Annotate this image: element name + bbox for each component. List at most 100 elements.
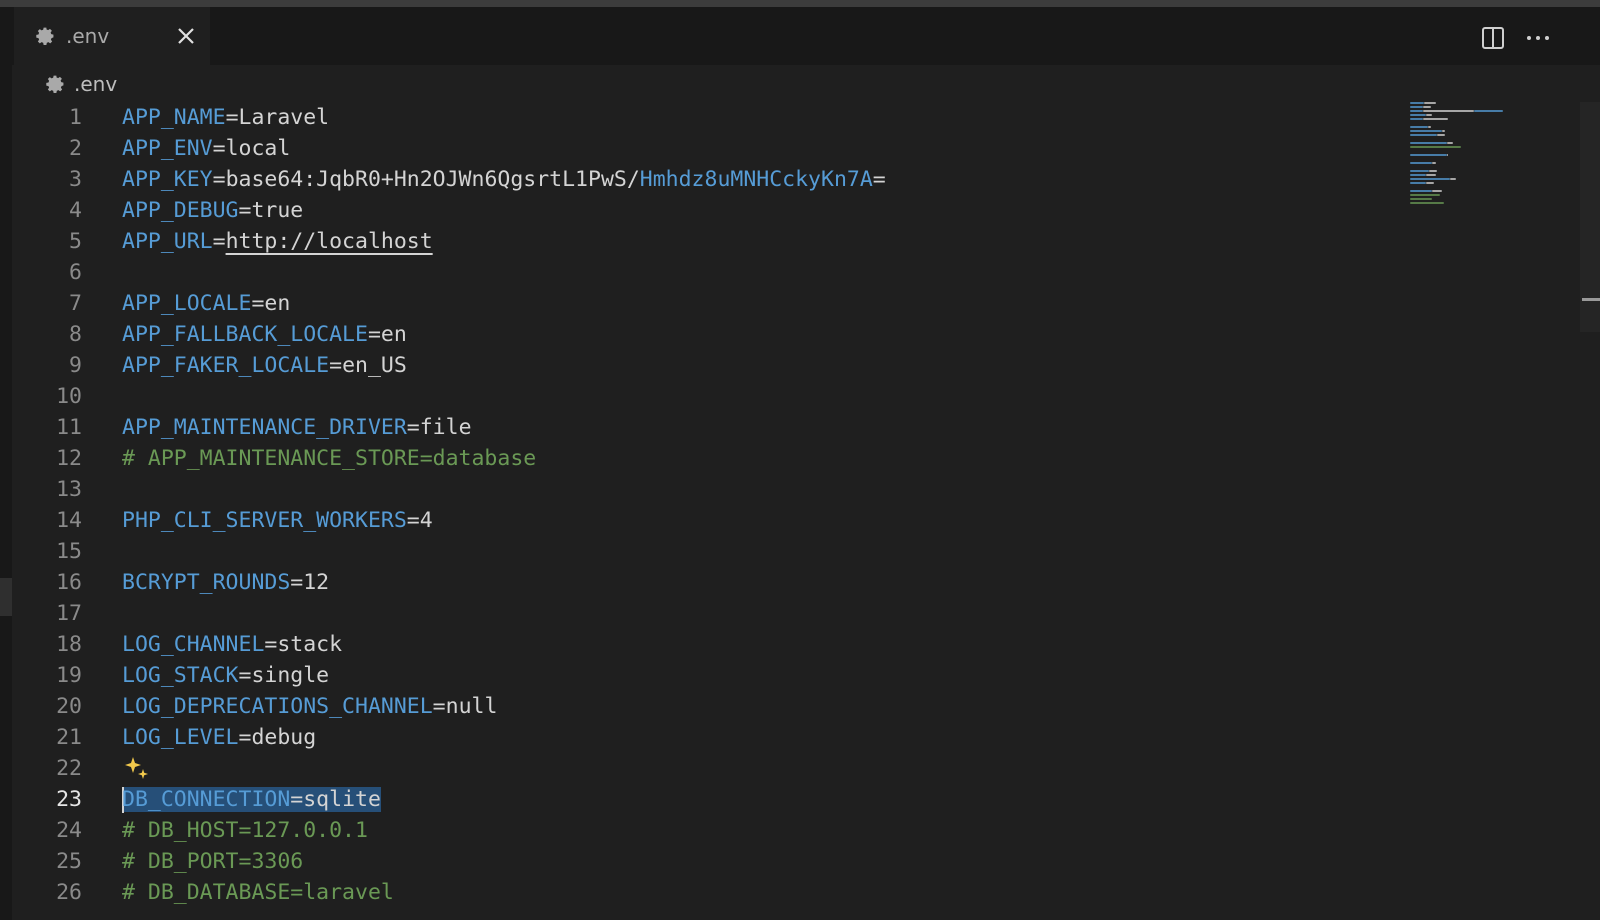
line-number: 10	[56, 384, 82, 409]
code-text: # DB_DATABASE=laravel	[122, 877, 394, 908]
minimap-stroke	[1410, 154, 1447, 156]
breadcrumb[interactable]: .env	[44, 70, 117, 98]
minimap-stroke	[1410, 130, 1442, 132]
line-number: 5	[69, 229, 82, 254]
code-line[interactable]: 4 APP_DEBUG=true	[12, 195, 1402, 226]
sparkle-icon[interactable]	[124, 755, 150, 781]
minimap-stroke	[1410, 106, 1423, 108]
minimap-stroke	[1426, 182, 1434, 184]
env-value: single	[251, 663, 330, 688]
env-key: LOG_DEPRECATIONS_CHANNEL	[122, 694, 433, 719]
code-text: # APP_MAINTENANCE_STORE=database	[122, 443, 536, 474]
line-number: 9	[69, 353, 82, 378]
comment-text: # DB_DATABASE=laravel	[122, 880, 394, 905]
code-text: DB_CONNECTION=sqlite	[122, 784, 381, 815]
code-line[interactable]: 15	[12, 536, 1402, 567]
code-line[interactable]: 24 # DB_HOST=127.0.0.1	[12, 815, 1402, 846]
code-text: # DB_HOST=127.0.0.1	[122, 815, 368, 846]
line-number: 14	[56, 508, 82, 533]
code-line[interactable]: 9 APP_FAKER_LOCALE=en_US	[12, 350, 1402, 381]
env-value: en_US	[342, 353, 407, 378]
line-number: 26	[56, 880, 82, 905]
env-key: APP_ENV	[122, 136, 213, 161]
more-actions-icon[interactable]	[1524, 25, 1552, 51]
code-line[interactable]: 2 APP_ENV=local	[12, 133, 1402, 164]
line-number: 11	[56, 415, 82, 440]
code-line[interactable]: 3 APP_KEY=base64:JqbR0+Hn2OJWn6QgsrtL1PwS…	[12, 164, 1402, 195]
code-line[interactable]: 18 LOG_CHANNEL=stack	[12, 629, 1402, 660]
code-text: PHP_CLI_SERVER_WORKERS=4	[122, 505, 433, 536]
code-text: LOG_STACK=single	[122, 660, 329, 691]
env-value: base64:JqbR0+Hn2OJWn6QgsrtL1PwS/	[225, 167, 640, 192]
minimap-stroke	[1429, 170, 1438, 172]
minimap-stroke	[1410, 142, 1447, 144]
minimap-stroke	[1446, 154, 1449, 156]
code-line[interactable]: 10	[12, 381, 1402, 412]
code-line[interactable]: 20 LOG_DEPRECATIONS_CHANNEL=null	[12, 691, 1402, 722]
minimap-stroke	[1424, 102, 1436, 104]
code-text: LOG_CHANNEL=stack	[122, 629, 342, 660]
code-text: LOG_LEVEL=debug	[122, 722, 316, 753]
code-line[interactable]: 1 APP_NAME=Laravel	[12, 102, 1402, 133]
edge-indicator	[0, 578, 12, 616]
code-text: APP_DEBUG=true	[122, 195, 303, 226]
code-text: APP_FAKER_LOCALE=en_US	[122, 350, 407, 381]
code-line[interactable]: 25 # DB_PORT=3306	[12, 846, 1402, 877]
comment-text: # DB_HOST=127.0.0.1	[122, 818, 368, 843]
window-top-strip	[0, 0, 1600, 7]
minimap-stroke	[1410, 102, 1425, 104]
equals-sign: =	[290, 787, 304, 812]
url-link[interactable]: http://localhost	[226, 229, 433, 254]
line-number: 22	[56, 756, 82, 781]
line-number: 1	[69, 105, 82, 130]
code-line[interactable]: 21 LOG_LEVEL=debug	[12, 722, 1402, 753]
minimap-stroke	[1437, 134, 1446, 136]
code-line[interactable]: 16 BCRYPT_ROUNDS=12	[12, 567, 1402, 598]
code-line[interactable]: 8 APP_FALLBACK_LOCALE=en	[12, 319, 1402, 350]
line-number: 18	[56, 632, 82, 657]
code-line[interactable]: 23 DB_CONNECTION=sqlite	[12, 784, 1402, 815]
env-value-tail: =	[872, 167, 886, 192]
code-line[interactable]: 22	[12, 753, 1402, 784]
code-line[interactable]: 12 # APP_MAINTENANCE_STORE=database	[12, 443, 1402, 474]
tab-env[interactable]: .env	[14, 7, 210, 65]
code-line[interactable]: 17	[12, 598, 1402, 629]
code-editor[interactable]: 1 APP_NAME=Laravel 2 APP_ENV=local 3 APP_KEY=…	[12, 102, 1402, 920]
code-line[interactable]: 5 APP_URL=http://localhost	[12, 226, 1402, 257]
line-number: 15	[56, 539, 82, 564]
equals-sign: =	[329, 353, 343, 378]
minimap-stroke	[1410, 118, 1423, 120]
code-line[interactable]: 26 # DB_DATABASE=laravel	[12, 877, 1402, 908]
minimap[interactable]	[1410, 102, 1560, 332]
env-value: 12	[303, 570, 330, 595]
editor-actions	[1480, 25, 1600, 51]
code-text: # DB_PORT=3306	[122, 846, 303, 877]
minimap-stroke	[1426, 174, 1436, 176]
equals-sign: =	[367, 322, 381, 347]
minimap-stroke	[1410, 110, 1423, 112]
minimap-stroke	[1426, 114, 1433, 116]
code-line[interactable]: 6	[12, 257, 1402, 288]
code-line[interactable]: 13	[12, 474, 1402, 505]
code-text: APP_NAME=Laravel	[122, 102, 329, 133]
env-value: debug	[251, 725, 317, 750]
code-line[interactable]: 14 PHP_CLI_SERVER_WORKERS=4	[12, 505, 1402, 536]
minimap-stroke	[1410, 178, 1450, 180]
comment-text: # APP_MAINTENANCE_STORE=database	[122, 446, 537, 471]
close-icon[interactable]	[174, 24, 198, 48]
code-line[interactable]: 7 APP_LOCALE=en	[12, 288, 1402, 319]
code-line[interactable]: 11 APP_MAINTENANCE_DRIVER=file	[12, 412, 1402, 443]
activity-edge	[0, 65, 12, 920]
code-line[interactable]: 19 LOG_STACK=single	[12, 660, 1402, 691]
env-key: BCRYPT_ROUNDS	[122, 570, 291, 595]
minimap-stroke	[1410, 134, 1438, 136]
minimap-stroke	[1410, 170, 1430, 172]
split-editor-icon[interactable]	[1480, 25, 1506, 51]
code-text: LOG_DEPRECATIONS_CHANNEL=null	[122, 691, 497, 722]
minimap-stroke	[1410, 162, 1433, 164]
line-number: 2	[69, 136, 82, 161]
env-key: APP_MAINTENANCE_DRIVER	[122, 415, 407, 440]
equals-sign: =	[290, 570, 304, 595]
env-key: APP_FALLBACK_LOCALE	[122, 322, 368, 347]
code-text: APP_KEY=base64:JqbR0+Hn2OJWn6QgsrtL1PwS/…	[122, 164, 886, 195]
